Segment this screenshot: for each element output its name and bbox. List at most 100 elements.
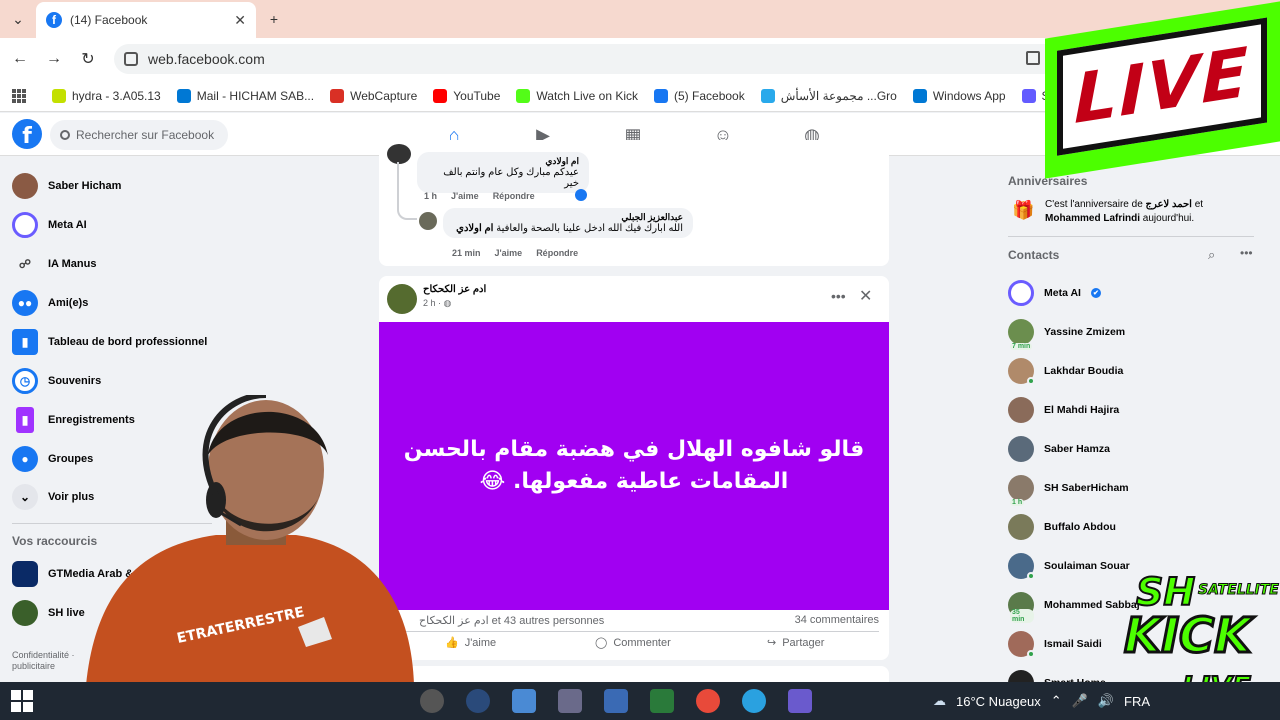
contact-item[interactable]: Soulaiman Souar <box>1008 553 1130 580</box>
address-bar[interactable]: web.facebook.com <box>114 44 1074 74</box>
url-text: web.facebook.com <box>148 51 265 67</box>
new-tab-button[interactable]: + <box>264 9 284 29</box>
bookmark-item[interactable]: مجموعة الأسأش ...Gro <box>760 88 897 103</box>
last-active-badge: 1 h <box>1010 499 1025 506</box>
contacts-search-icon[interactable]: ⌕ <box>1208 247 1215 263</box>
close-post-icon[interactable]: ✕ <box>859 286 872 306</box>
reply-mention[interactable]: ام اولادي <box>456 223 493 234</box>
comment-button[interactable]: ◯ Commenter <box>595 636 671 650</box>
facebook-search-input[interactable]: Rechercher sur Facebook <box>50 120 228 150</box>
contact-item[interactable]: Meta AI ✔ <box>1008 280 1101 306</box>
commenter-avatar <box>387 144 411 164</box>
contact-name: Buffalo Abdou <box>1044 521 1116 533</box>
like-button[interactable]: 👍 J'aime <box>445 636 496 650</box>
contact-item[interactable]: Saber Hamza <box>1008 436 1110 462</box>
language-indicator[interactable]: FRA <box>1124 694 1150 709</box>
weather-text[interactable]: 16°C Nuageux <box>956 694 1041 709</box>
contact-item[interactable]: Ismail Saidi <box>1008 631 1102 658</box>
contact-avatar <box>1008 358 1035 385</box>
laptop-app-icon[interactable] <box>512 689 536 713</box>
bookmark-item[interactable]: WebCapture <box>330 88 417 103</box>
contact-item[interactable]: 7 min Yassine Zmizem <box>1008 319 1125 350</box>
sidebar-item-meta-ai[interactable]: Meta AI <box>12 212 87 238</box>
bookmark-favicon-icon <box>912 88 927 103</box>
paint-app-icon[interactable] <box>558 689 582 713</box>
birthday-name-2[interactable]: Mohammed Lafrindi <box>1045 213 1140 224</box>
reactions-summary[interactable]: ادم عز الكحكاح et 43 autres personnes <box>419 614 604 627</box>
kick-logo-kick: KICK <box>1122 607 1252 666</box>
streamer-figure: ETRATERRESTRE <box>86 395 414 685</box>
birthday-text[interactable]: C'est l'anniversaire de احمد لاعرج et Mo… <box>1045 198 1245 226</box>
birthday-name-1[interactable]: احمد لاعرج <box>1146 199 1192 210</box>
satellite-app-icon[interactable] <box>788 689 812 713</box>
tab-search-icon[interactable]: ⌄ <box>8 9 28 29</box>
bookmark-label: Watch Live on Kick <box>536 88 639 103</box>
reload-button[interactable]: ↻ <box>78 49 98 69</box>
contact-item[interactable]: El Mahdi Hajira <box>1008 397 1119 423</box>
volume-icon[interactable]: 🔊 <box>1098 693 1114 709</box>
browser-tab[interactable]: f (14) Facebook ✕ <box>36 2 256 38</box>
birthday-suffix: aujourd'hui. <box>1140 213 1195 224</box>
apps-grid-icon[interactable] <box>12 88 26 103</box>
calculator-app-icon[interactable] <box>604 689 628 713</box>
contact-item[interactable]: 1 h SH SaberHicham <box>1008 475 1129 506</box>
bookmark-item[interactable]: Watch Live on Kick <box>516 88 639 103</box>
sidebar-item-memories[interactable]: ◷ Souvenirs <box>12 368 101 394</box>
telegram-app-icon[interactable] <box>742 689 766 713</box>
network-app-icon[interactable] <box>650 689 674 713</box>
bookmark-item[interactable]: YouTube <box>433 88 500 103</box>
sidebar-item-dashboard[interactable]: ▮ Tableau de bord professionnel <box>12 329 207 355</box>
last-active-badge: 7 min <box>1010 343 1033 350</box>
comment-time[interactable]: 1 h <box>424 191 437 201</box>
post-author-avatar[interactable] <box>387 284 417 314</box>
reply-like-link[interactable]: J'aime <box>495 248 523 258</box>
like-icon: 👍 <box>445 637 459 649</box>
post-text-background: قالو شافوه الهلال في هضبة مقام بالحسن ال… <box>379 322 889 610</box>
groups-icon: ● <box>12 446 38 472</box>
contact-name: El Mahdi Hajira <box>1044 404 1120 416</box>
bookmark-favicon-icon <box>176 88 191 103</box>
comments-count[interactable]: 34 commentaires <box>795 614 879 626</box>
post-time[interactable]: 2 h · ◍ <box>423 298 451 309</box>
sidebar-item-friends[interactable]: ●● Ami(e)s <box>12 290 88 316</box>
sidebar-item-label: Tableau de bord professionnel <box>48 336 208 348</box>
recorder-app-icon[interactable] <box>420 689 444 713</box>
reply-time[interactable]: 21 min <box>452 248 481 258</box>
online-status-dot <box>1027 377 1035 385</box>
comment-like-link[interactable]: J'aime <box>451 191 479 201</box>
sidebar-item-manus[interactable]: ☍ IA Manus <box>12 251 97 277</box>
bookmark-item[interactable]: Windows App <box>912 88 1006 103</box>
comment-author[interactable]: ام اولادي <box>427 156 579 167</box>
reply-author[interactable]: عبدالعزيز الجبلي <box>453 212 683 223</box>
right-divider <box>1008 236 1254 237</box>
sidebar-item-profile[interactable]: Saber Hicham <box>12 173 121 199</box>
comment-reply-link[interactable]: Répondre <box>493 191 535 201</box>
site-settings-icon[interactable] <box>124 52 138 66</box>
close-tab-icon[interactable]: ✕ <box>234 12 246 29</box>
post-author[interactable]: ادم عز الكحكاح <box>423 284 486 295</box>
facebook-logo-icon[interactable]: f <box>12 119 42 149</box>
cloud-icon: ☁ <box>933 693 947 708</box>
bookmark-item[interactable]: hydra - 3.A05.13 <box>52 88 161 103</box>
microphone-icon[interactable]: 🎤 <box>1072 693 1088 709</box>
bookmark-label: مجموعة الأسأش ...Gro <box>780 88 897 103</box>
bookmark-item[interactable]: (5) Facebook <box>654 88 745 103</box>
chrome-app-icon[interactable] <box>696 689 720 713</box>
contacts-options-icon[interactable]: ••• <box>1240 246 1253 260</box>
tray-chevron-icon[interactable]: ⌃ <box>1051 693 1062 709</box>
comment-meta: 1 h J'aime Répondre <box>424 191 535 201</box>
share-button[interactable]: ↪ Partager <box>767 636 824 650</box>
contact-avatar <box>1008 553 1035 580</box>
install-app-icon[interactable] <box>1026 51 1040 65</box>
sh-live-avatar <box>12 600 38 626</box>
forward-button[interactable]: → <box>44 49 64 69</box>
back-button[interactable]: ← <box>10 49 30 69</box>
more-options-icon[interactable]: ••• <box>831 288 846 304</box>
contact-item[interactable]: Lakhdar Boudia <box>1008 358 1123 385</box>
obs-app-icon[interactable] <box>466 689 490 713</box>
bookmark-item[interactable]: Mail - HICHAM SAB... <box>176 88 314 103</box>
sidebar-item-label: Saber Hicham <box>48 180 122 192</box>
reply-reply-link[interactable]: Répondre <box>536 248 578 258</box>
windows-start-icon[interactable] <box>10 689 34 713</box>
contact-item[interactable]: Buffalo Abdou <box>1008 514 1116 540</box>
